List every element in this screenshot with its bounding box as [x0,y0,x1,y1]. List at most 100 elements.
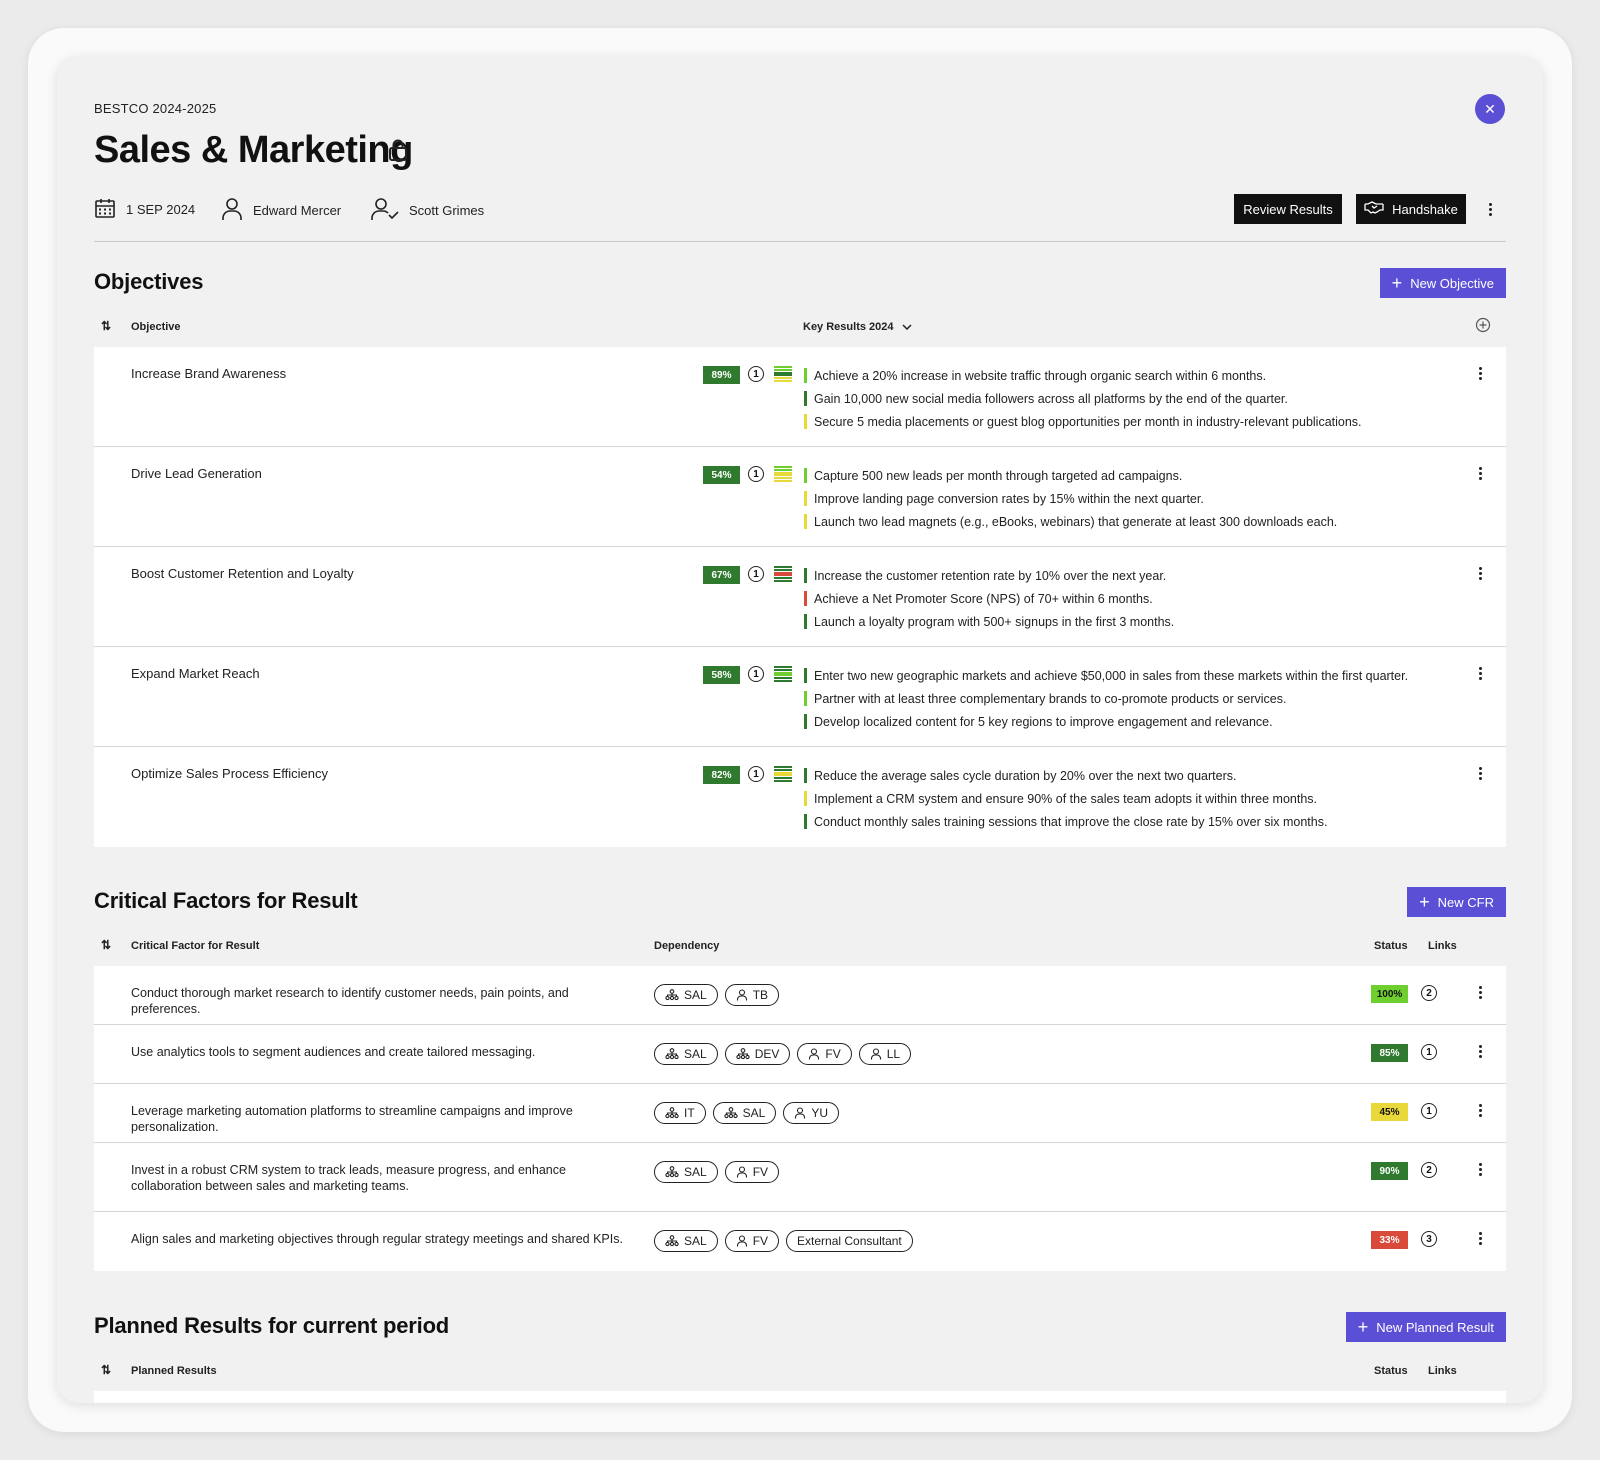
links-count-icon[interactable]: 1 [1421,1103,1437,1119]
row-more-icon[interactable] [1474,466,1486,480]
objective-row[interactable]: Drive Lead Generation 54% 1 Capture 500 new… [94,447,1506,547]
key-result-item[interactable]: Increase the customer retention rate by … [804,564,1174,587]
status-bar [804,468,807,483]
dependency-chip[interactable]: SAL [654,1043,718,1065]
dependency-chip[interactable]: YU [783,1102,840,1124]
key-result-item[interactable]: Achieve a 20% increase in website traffi… [804,364,1362,387]
links-count-icon[interactable]: 2 [1421,985,1437,1001]
key-result-item[interactable]: Gain 10,000 new social media followers a… [804,387,1362,410]
dependency-chip[interactable]: TB [724,984,780,1006]
dependency-chip[interactable]: LL [858,1043,912,1065]
objective-name[interactable]: Optimize Sales Process Efficiency [131,766,328,781]
key-results-period-select[interactable]: Key Results 2024 [803,321,912,333]
key-result-item[interactable]: Develop localized content for 5 key regi… [804,710,1408,733]
count-icon[interactable]: 1 [748,466,764,482]
kr-status-stack-icon [774,666,792,682]
cfr-text[interactable]: Conduct thorough market research to iden… [131,985,631,1017]
dependency-chip[interactable]: External Consultant [786,1230,913,1252]
header-more-icon[interactable] [1484,202,1496,216]
column-critical-factor[interactable]: Critical Factor for Result [131,940,259,952]
key-result-item[interactable]: Achieve a Net Promoter Score (NPS) of 70… [804,587,1174,610]
sort-icon[interactable]: ⇅ [101,938,111,952]
key-result-item[interactable]: Launch a loyalty program with 500+ signu… [804,610,1174,633]
progress-badge: 82% [703,766,740,784]
column-dependency[interactable]: Dependency [654,940,719,952]
cfr-text[interactable]: Leverage marketing automation platforms … [131,1103,631,1135]
key-result-item[interactable]: Implement a CRM system and ensure 90% of… [804,787,1327,810]
objective-row[interactable]: Expand Market Reach 58% 1 Enter two new geo… [94,647,1506,747]
dependency-chip[interactable]: FV [724,1230,780,1252]
cfr-text[interactable]: Use analytics tools to segment audiences… [131,1044,631,1060]
key-result-item[interactable]: Conduct monthly sales training sessions … [804,810,1327,833]
key-result-item[interactable]: Improve landing page conversion rates by… [804,487,1337,510]
count-icon[interactable]: 1 [748,366,764,382]
new-planned-result-button[interactable]: + New Planned Result [1345,1312,1506,1342]
new-objective-button[interactable]: + New Objective [1379,268,1506,298]
sort-icon[interactable]: ⇅ [101,1363,111,1377]
key-result-item[interactable]: Enter two new geographic markets and ach… [804,664,1408,687]
key-result-item[interactable]: Secure 5 media placements or guest blog … [804,410,1362,433]
objective-name[interactable]: Drive Lead Generation [131,466,262,481]
column-planned-results[interactable]: Planned Results [131,1365,217,1377]
row-more-icon[interactable] [1474,666,1486,680]
column-status[interactable]: Status [1374,1365,1408,1377]
sort-icon[interactable]: ⇅ [101,319,111,333]
links-count-icon[interactable]: 3 [1421,1231,1437,1247]
cfr-text[interactable]: Align sales and marketing objectives thr… [131,1231,631,1247]
person-icon [221,197,243,224]
row-more-icon[interactable] [1474,1044,1486,1058]
row-more-icon[interactable] [1474,766,1486,780]
column-objective[interactable]: Objective [131,321,181,333]
status-bar [804,814,807,829]
objective-name[interactable]: Boost Customer Retention and Loyalty [131,566,354,581]
objective-name[interactable]: Expand Market Reach [131,666,260,681]
objective-row[interactable]: Optimize Sales Process Efficiency 82% 1 Red… [94,747,1506,847]
cfr-text[interactable]: Invest in a robust CRM system to track l… [131,1162,631,1194]
dependency-chip[interactable]: FV [724,1161,780,1183]
objective-row[interactable]: Boost Customer Retention and Loyalty 67% 1… [94,547,1506,647]
row-more-icon[interactable] [1474,366,1486,380]
status-badge: 100% [1371,985,1408,1003]
dependency-label: External Consultant [797,1234,902,1248]
cfr-row[interactable]: Leverage marketing automation platforms … [94,1084,1506,1143]
key-result-item[interactable]: Partner with at least three complementar… [804,687,1408,710]
dependency-label: FV [752,1234,769,1248]
dependency-chip[interactable]: FV [797,1043,852,1065]
handshake-button[interactable]: Handshake [1356,194,1466,224]
row-more-icon[interactable] [1474,1162,1486,1176]
count-icon[interactable]: 1 [748,666,764,682]
close-button[interactable]: ✕ [1475,94,1505,124]
new-cfr-button[interactable]: + New CFR [1407,887,1506,917]
links-count-icon[interactable]: 1 [1421,1044,1437,1060]
cfr-row[interactable]: Align sales and marketing objectives thr… [94,1212,1506,1271]
column-links[interactable]: Links [1428,1365,1457,1377]
dependency-chip[interactable]: SAL [654,1161,718,1183]
dependency-chip[interactable]: SAL [654,984,718,1006]
column-status[interactable]: Status [1374,940,1408,952]
dependency-chip[interactable]: IT [654,1102,706,1124]
cfr-row[interactable]: Use analytics tools to segment audiences… [94,1025,1506,1084]
objective-row[interactable]: Increase Brand Awareness 89% 1 Achieve a 20… [94,347,1506,447]
lock-icon[interactable] [387,138,409,167]
review-results-button[interactable]: Review Results [1234,194,1342,224]
cfr-row[interactable]: Conduct thorough market research to iden… [94,966,1506,1025]
objective-name[interactable]: Increase Brand Awareness [131,366,286,381]
column-links[interactable]: Links [1428,940,1457,952]
key-result-item[interactable]: Launch two lead magnets (e.g., eBooks, w… [804,510,1337,533]
dependency-chip[interactable]: DEV [724,1043,791,1065]
row-more-icon[interactable] [1474,985,1486,999]
key-result-item[interactable]: Reduce the average sales cycle duration … [804,764,1327,787]
links-count-icon[interactable]: 2 [1421,1162,1437,1178]
count-icon[interactable]: 1 [748,566,764,582]
add-column-icon[interactable] [1475,317,1491,338]
cfr-row[interactable]: Invest in a robust CRM system to track l… [94,1143,1506,1212]
kr-status-stack-icon [774,366,792,382]
row-more-icon[interactable] [1474,566,1486,580]
dependency-chip[interactable]: SAL [712,1102,777,1124]
row-more-icon[interactable] [1474,1103,1486,1117]
count-icon[interactable]: 1 [748,766,764,782]
key-result-item[interactable]: Capture 500 new leads per month through … [804,464,1337,487]
dependency-chip[interactable]: SAL [654,1230,718,1252]
row-more-icon[interactable] [1474,1231,1486,1245]
new-objective-label: New Objective [1410,275,1494,291]
